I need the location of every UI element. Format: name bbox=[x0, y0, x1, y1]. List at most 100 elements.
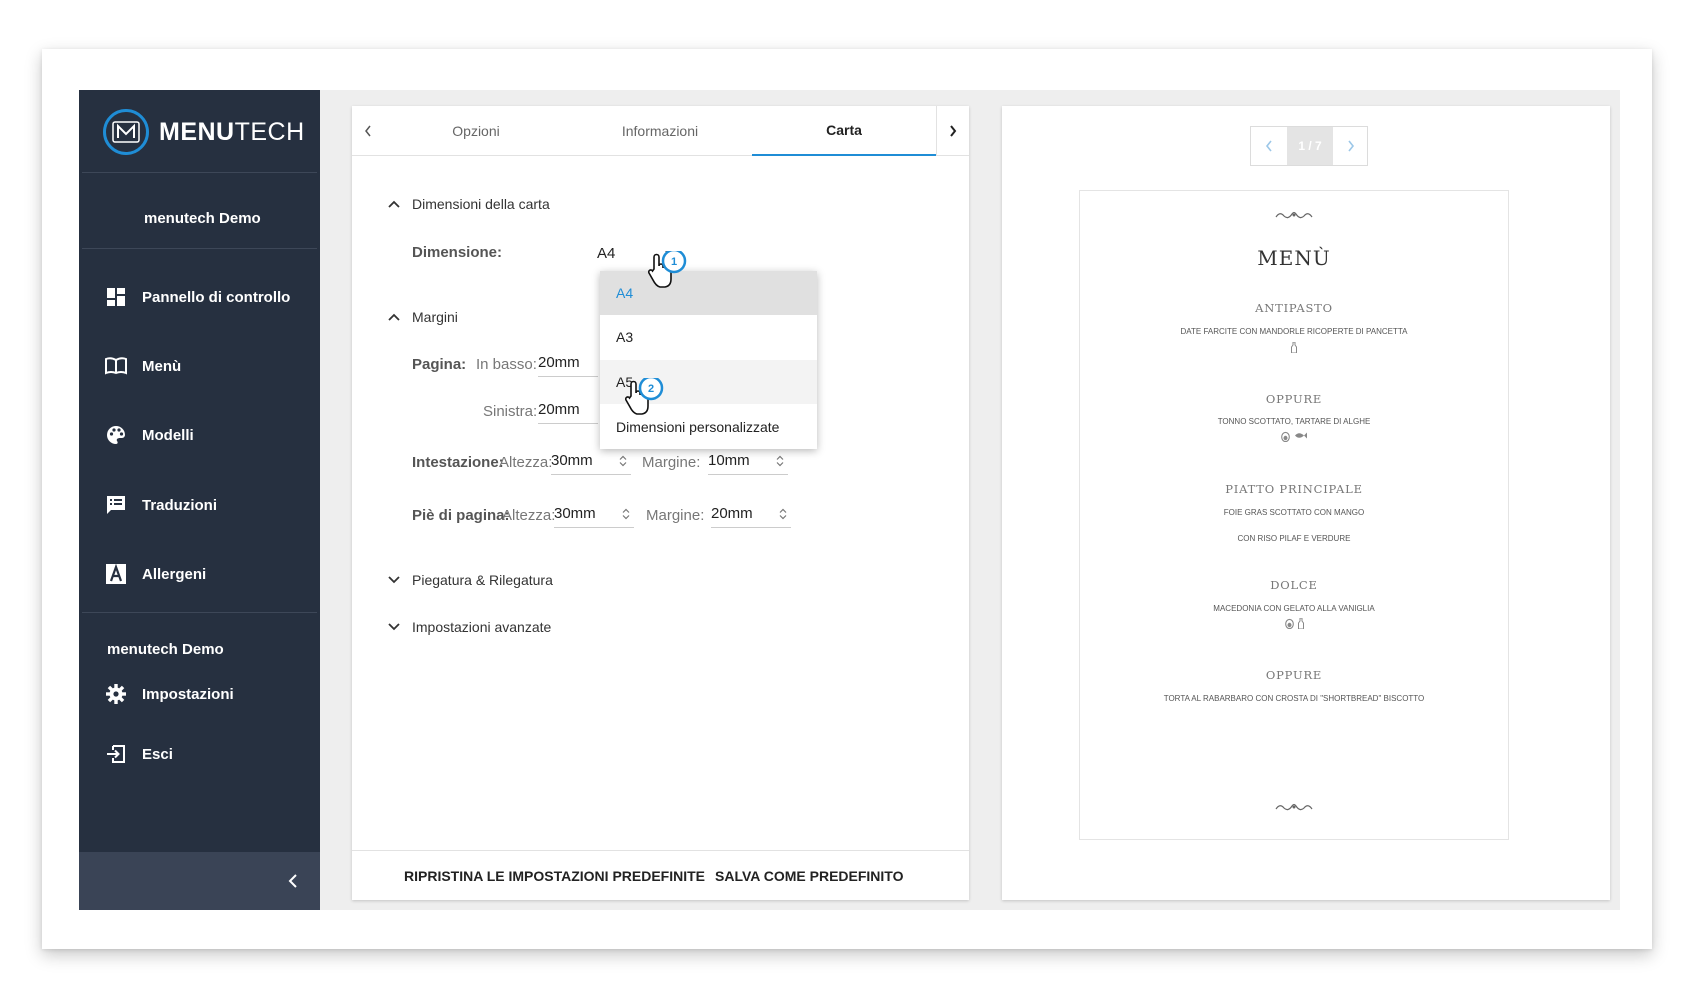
book-icon bbox=[105, 355, 127, 377]
footer-height-value: 30mm bbox=[554, 505, 596, 522]
menu-page: MENÙ ANTIPASTO DATE FARCITE CON MANDORLE… bbox=[1079, 190, 1509, 840]
ornament-top-icon bbox=[1080, 209, 1508, 221]
sidebar-section-title: menutech Demo bbox=[107, 641, 224, 658]
sidebar-item-dashboard[interactable]: Pannello di controllo bbox=[105, 282, 290, 312]
page-margin-label: Pagina: bbox=[412, 356, 467, 373]
sidebar-item-label: Modelli bbox=[142, 426, 194, 444]
chevron-down-icon bbox=[386, 572, 402, 588]
logout-icon bbox=[105, 743, 127, 765]
page-indicator: 1 / 7 bbox=[1287, 127, 1333, 165]
chevron-right-icon bbox=[1348, 140, 1355, 152]
chevron-up-icon bbox=[386, 309, 402, 325]
panel-footer: RIPRISTINA LE IMPOSTAZIONI PREDEFINITE S… bbox=[352, 850, 969, 900]
dropdown-option-a3[interactable]: A3 bbox=[600, 315, 817, 359]
left-margin-label: Sinistra: bbox=[483, 403, 538, 420]
size-label: Dimensione: bbox=[412, 244, 503, 261]
dish-line: FOIE GRAS SCOTTATO CON MANGO bbox=[1223, 508, 1365, 517]
header-margin-label: Margine: bbox=[642, 454, 701, 471]
tab-paper[interactable]: Carta bbox=[752, 106, 936, 156]
tab-information[interactable]: Informazioni bbox=[568, 106, 752, 156]
bottle-icon bbox=[1297, 618, 1304, 629]
dish-line: DATE FARCITE CON MANDORLE RICOPERTE DI P… bbox=[1180, 327, 1408, 336]
sidebar-collapse-button[interactable] bbox=[79, 852, 320, 910]
menu-preview-panel: 1 / 7 MENÙ ANTIPASTO DATE FARCITE CON MA… bbox=[1002, 106, 1610, 900]
dish-line: TORTA AL RABARBARO CON CROSTA DI "SHORTB… bbox=[1163, 694, 1425, 703]
dish-line: TONNO SCOTTATO, TARTARE DI ALGHE bbox=[1217, 417, 1371, 426]
fish-icon bbox=[1294, 432, 1307, 439]
save-default-button[interactable]: SALVA COME PREDEFINITO bbox=[715, 851, 904, 901]
translate-icon bbox=[105, 494, 127, 516]
header-height-input[interactable]: 30mm bbox=[551, 447, 631, 475]
footer-margin-label: Margine: bbox=[646, 507, 705, 524]
sidebar-divider bbox=[82, 612, 317, 613]
sidebar: MENUTECH menutech Demo Pannello di contr… bbox=[79, 90, 320, 910]
sidebar-divider bbox=[82, 172, 317, 173]
header-margin-value: 10mm bbox=[708, 452, 750, 469]
spinner-icon[interactable] bbox=[779, 508, 787, 520]
dropdown-option-a4[interactable]: A4 bbox=[600, 271, 817, 315]
brand-logo[interactable]: MENUTECH bbox=[103, 108, 305, 156]
egg-icon bbox=[1280, 431, 1290, 442]
section-title: Impostazioni avanzate bbox=[412, 619, 552, 635]
sidebar-item-label: Impostazioni bbox=[142, 685, 234, 703]
sidebar-item-allergens[interactable]: Allergeni bbox=[105, 559, 206, 589]
spinner-icon[interactable] bbox=[776, 455, 784, 467]
footer-margin-input[interactable]: 20mm bbox=[711, 500, 791, 528]
paper-size-section-toggle[interactable]: Dimensioni della carta bbox=[386, 196, 550, 212]
allergen-icons bbox=[1080, 618, 1508, 629]
sidebar-item-label: Allergeni bbox=[142, 565, 207, 583]
section-title: Piegatura & Rilegatura bbox=[412, 572, 553, 588]
reset-defaults-button[interactable]: RIPRISTINA LE IMPOSTAZIONI PREDEFINITE bbox=[404, 851, 705, 901]
step-number: 2 bbox=[648, 383, 654, 395]
sidebar-item-menu[interactable]: Menù bbox=[105, 351, 181, 381]
chevron-left-icon bbox=[365, 125, 371, 137]
step-number: 1 bbox=[671, 256, 677, 268]
ornament-bottom-icon bbox=[1080, 801, 1508, 813]
tab-options[interactable]: Opzioni bbox=[384, 106, 568, 156]
course-title: PIATTO PRINCIPALE bbox=[1225, 482, 1363, 496]
footer-label: Piè di pagina: bbox=[412, 507, 510, 524]
chevron-left-icon bbox=[288, 874, 297, 888]
chevron-left-icon bbox=[1265, 140, 1272, 152]
bottle-icon bbox=[1291, 342, 1297, 353]
prev-page-button[interactable] bbox=[1251, 127, 1287, 165]
size-select-value[interactable]: A4 bbox=[597, 245, 615, 262]
header-height-value: 30mm bbox=[551, 452, 593, 469]
footer-height-label: Altezza: bbox=[502, 507, 556, 524]
sidebar-item-label: Pannello di controllo bbox=[142, 288, 291, 306]
footer-margin-value: 20mm bbox=[711, 505, 753, 522]
footer-height-input[interactable]: 30mm bbox=[554, 500, 634, 528]
next-page-button[interactable] bbox=[1333, 127, 1369, 165]
sidebar-item-translations[interactable]: Traduzioni bbox=[105, 490, 217, 520]
sidebar-item-settings[interactable]: Impostazioni bbox=[105, 679, 234, 709]
chevron-down-icon bbox=[386, 619, 402, 635]
tab-scroll-right-button[interactable] bbox=[936, 106, 968, 156]
sidebar-item-logout[interactable]: Esci bbox=[105, 739, 173, 769]
dish-line: MACEDONIA CON GELATO ALLA VANIGLIA bbox=[1213, 604, 1375, 613]
egg-icon bbox=[1284, 618, 1294, 629]
bottom-margin-input[interactable]: 20mm bbox=[538, 349, 598, 377]
folding-section-toggle[interactable]: Piegatura & Rilegatura bbox=[386, 572, 553, 588]
chevron-right-icon bbox=[949, 125, 956, 137]
header-height-label: Altezza: bbox=[499, 454, 553, 471]
palette-icon bbox=[105, 424, 127, 446]
allergen-icons bbox=[1080, 342, 1508, 353]
margins-section-toggle[interactable]: Margini bbox=[386, 309, 458, 325]
app-window: MENUTECH menutech Demo Pannello di contr… bbox=[79, 90, 1620, 910]
dashboard-icon bbox=[105, 286, 127, 308]
section-title: Margini bbox=[412, 309, 458, 325]
paper-settings-panel: Opzioni Informazioni Carta Dimensioni de… bbox=[352, 106, 969, 900]
left-margin-input[interactable]: 20mm bbox=[538, 396, 598, 424]
sidebar-item-templates[interactable]: Modelli bbox=[105, 420, 194, 450]
header-margin-input[interactable]: 10mm bbox=[708, 447, 788, 475]
course-title: OPPURE bbox=[1265, 392, 1323, 406]
dish-line: CON RISO PILAF E VERDURE bbox=[1237, 534, 1351, 543]
tab-scroll-left-button[interactable] bbox=[352, 106, 384, 156]
callout-2: 2 bbox=[624, 375, 669, 427]
page-pager: 1 / 7 bbox=[1250, 126, 1368, 166]
course-title: OPPURE bbox=[1265, 668, 1323, 682]
advanced-section-toggle[interactable]: Impostazioni avanzate bbox=[386, 619, 551, 635]
spinner-icon[interactable] bbox=[622, 508, 630, 520]
spinner-icon[interactable] bbox=[619, 455, 627, 467]
logo-mark-icon bbox=[103, 109, 149, 155]
